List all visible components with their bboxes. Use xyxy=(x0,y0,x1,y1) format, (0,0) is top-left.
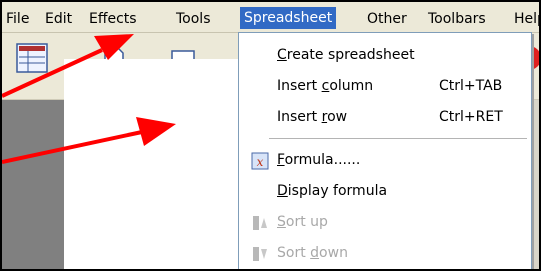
menu-item-sort-up[interactable]: Sort up xyxy=(239,207,531,237)
menu-file[interactable]: File xyxy=(5,8,30,30)
menu-bar: File Edit Effects Tools Spreadsheet Othe… xyxy=(2,2,539,33)
insert-row-label: Insert row xyxy=(277,109,348,125)
menu-help[interactable]: Help xyxy=(513,8,539,30)
menu-edit[interactable]: Edit xyxy=(44,8,73,30)
menu-item-formula[interactable]: x Formula...... xyxy=(239,145,531,175)
menu-item-insert-row[interactable]: Insert row Ctrl+RET xyxy=(239,102,531,132)
menu-item-create-spreadsheet[interactable]: Create spreadsheet xyxy=(239,40,531,70)
insert-column-label: Insert column xyxy=(277,78,374,94)
svg-text:x: x xyxy=(257,155,264,169)
menu-item-display-formula[interactable]: Display formula xyxy=(239,176,531,206)
menu-tools[interactable]: Tools xyxy=(175,8,212,30)
display-formula-label: Display formula xyxy=(277,183,388,199)
formula-label: Formula...... xyxy=(277,152,361,168)
spreadsheet-menu-dropdown: Create spreadsheet Insert column Ctrl+TA… xyxy=(238,32,532,269)
menu-spreadsheet[interactable]: Spreadsheet xyxy=(240,7,337,29)
menu-separator xyxy=(269,138,527,139)
sort-down-label: Sort down xyxy=(277,245,348,261)
sort-up-label: Sort up xyxy=(277,214,328,230)
create-spreadsheet-label: Create spreadsheet xyxy=(277,47,415,63)
menu-item-insert-column[interactable]: Insert column Ctrl+TAB xyxy=(239,71,531,101)
menu-effects[interactable]: Effects xyxy=(88,8,138,30)
application-window: File Edit Effects Tools Spreadsheet Othe… xyxy=(0,0,541,271)
spreadsheet-canvas[interactable] xyxy=(64,59,239,269)
menu-item-sort-down[interactable]: Sort down xyxy=(239,238,531,268)
menu-other[interactable]: Other xyxy=(366,8,408,30)
insert-column-shortcut: Ctrl+TAB xyxy=(439,78,503,94)
sort-up-icon xyxy=(253,216,267,230)
spreadsheet-tool-icon[interactable] xyxy=(16,43,50,75)
menu-toolbars[interactable]: Toolbars xyxy=(427,8,487,30)
sort-down-icon xyxy=(253,247,267,261)
formula-icon: x xyxy=(251,152,269,170)
insert-row-shortcut: Ctrl+RET xyxy=(439,109,503,125)
